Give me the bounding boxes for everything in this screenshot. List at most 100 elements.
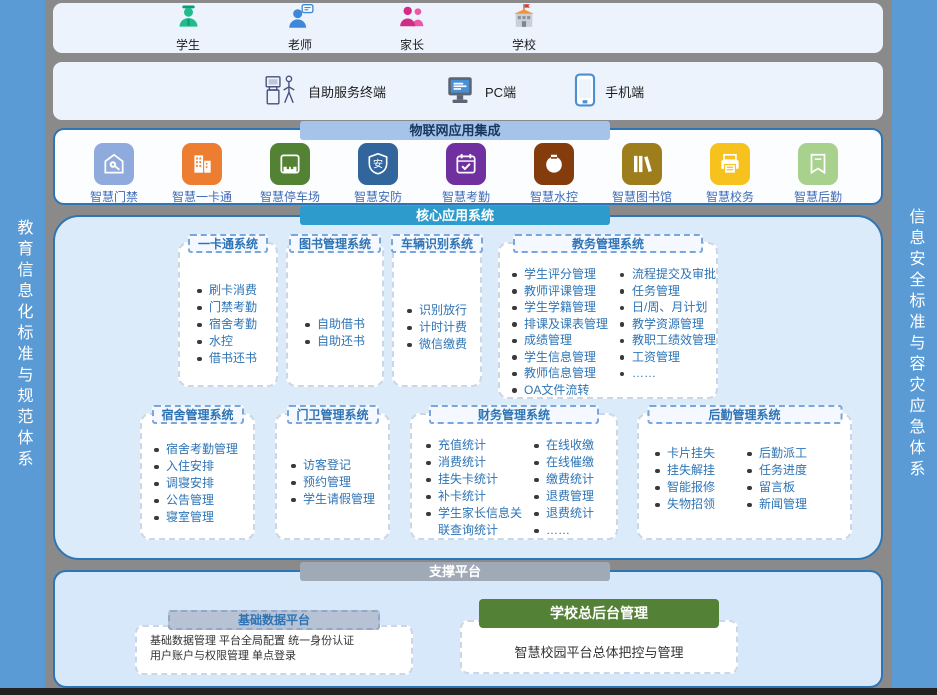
iot-item-library: 智慧图书馆 bbox=[607, 143, 677, 205]
iot-label: 智慧水控 bbox=[530, 188, 578, 205]
support-panel: 基础数据平台 基础数据管理 平台全局配置 统一身份认证 用户账户与权限管理 单点… bbox=[53, 570, 883, 688]
list-item: 借书还书 bbox=[195, 350, 276, 367]
user-label: 老师 bbox=[288, 36, 312, 53]
list-item: 学生请假管理 bbox=[289, 491, 388, 508]
student-icon bbox=[175, 3, 202, 35]
system-title: 一卡通系统 bbox=[188, 234, 268, 253]
list-item: 学生学籍管理 bbox=[510, 299, 618, 316]
library-books-icon bbox=[622, 143, 662, 185]
smart-campus-architecture-diagram: 教育信息化标准与规范体系 信息安全标准与容灾应急体系 学生 老师 bbox=[0, 0, 937, 695]
list-item: 退费统计 bbox=[532, 505, 594, 522]
basic-data-platform-title: 基础数据平台 bbox=[168, 610, 380, 630]
water-control-icon bbox=[534, 143, 574, 185]
list-item: 调寝安排 bbox=[152, 475, 253, 492]
list-item: 水控 bbox=[195, 333, 276, 350]
system-title: 教务管理系统 bbox=[513, 234, 703, 253]
terminal-label: PC端 bbox=[485, 82, 516, 101]
list-item: 后勤派工 bbox=[745, 445, 807, 462]
terminal-phone: 手机端 bbox=[574, 73, 644, 110]
kiosk-icon bbox=[263, 73, 299, 110]
school-admin-box: 学校总后台管理 智慧校园平台总体把控与管理 bbox=[460, 620, 738, 674]
school-affairs-icon bbox=[710, 143, 750, 185]
iot-label: 智慧一卡通 bbox=[172, 188, 232, 205]
system-dormitory: 宿舍管理系统 宿舍考勤管理 入住安排 调寝安排 公告管理 寝室管理 bbox=[140, 413, 255, 540]
system-finance: 财务管理系统 充值统计 消费统计 挂失卡统计 补卡统计 学生家长信息关联查询统计… bbox=[410, 413, 618, 540]
list-item: 访客登记 bbox=[289, 457, 388, 474]
user-label: 学校 bbox=[512, 36, 536, 53]
security-shield-icon: 安 bbox=[358, 143, 398, 185]
iot-item-affairs: 智慧校务 bbox=[695, 143, 765, 205]
list-item: 公告管理 bbox=[152, 492, 253, 509]
svg-text:安: 安 bbox=[373, 158, 383, 171]
iot-item-security: 安 智慧安防 bbox=[343, 143, 413, 205]
list-item: 挂失解挂 bbox=[653, 462, 745, 479]
user-teacher: 老师 bbox=[270, 3, 330, 53]
support-section-header: 支撑平台 bbox=[300, 562, 610, 581]
list-item: 缴费统计 bbox=[532, 471, 594, 488]
right-security-bar: 信息安全标准与容灾应急体系 bbox=[892, 0, 937, 689]
basic-platform-line1: 基础数据管理 平台全局配置 统一身份认证 bbox=[150, 634, 405, 649]
iot-item-parking: 智慧停车场 bbox=[255, 143, 325, 205]
list-item: OA文件流转 bbox=[510, 382, 618, 399]
list-item: 流程提交及审批 bbox=[618, 266, 716, 283]
parking-icon bbox=[270, 143, 310, 185]
phone-icon bbox=[574, 73, 596, 110]
list-item: 学生评分管理 bbox=[510, 266, 618, 283]
list-item: 寝室管理 bbox=[152, 509, 253, 526]
list-item: 教学资源管理 bbox=[618, 316, 716, 333]
door-access-icon bbox=[94, 143, 134, 185]
iot-label: 智慧后勤 bbox=[794, 188, 842, 205]
list-item: 消费统计 bbox=[424, 454, 532, 471]
onecard-icon bbox=[182, 143, 222, 185]
list-item: 退费管理 bbox=[532, 488, 594, 505]
list-item: 排课及课表管理 bbox=[510, 316, 618, 333]
list-item: 微信缴费 bbox=[405, 336, 480, 353]
system-library: 图书管理系统 自助借书 自助还书 bbox=[286, 242, 384, 387]
system-gatekeeper: 门卫管理系统 访客登记 预约管理 学生请假管理 bbox=[275, 413, 390, 540]
list-item: 入住安排 bbox=[152, 458, 253, 475]
iot-label: 智慧校务 bbox=[706, 188, 754, 205]
system-title: 车辆识别系统 bbox=[391, 234, 483, 253]
list-item: 任务管理 bbox=[618, 283, 716, 300]
list-item: 新闻管理 bbox=[745, 496, 807, 513]
list-item: 刷卡消费 bbox=[195, 282, 276, 299]
system-title: 后勤管理系统 bbox=[647, 405, 842, 424]
core-section-header: 核心应用系统 bbox=[300, 206, 610, 225]
school-admin-title: 学校总后台管理 bbox=[479, 599, 719, 628]
iot-label: 智慧停车场 bbox=[260, 188, 320, 205]
logistics-flag-icon bbox=[798, 143, 838, 185]
system-title: 财务管理系统 bbox=[429, 405, 599, 424]
terminal-label: 自助服务终端 bbox=[308, 82, 386, 101]
iot-section-header: 物联网应用集成 bbox=[300, 121, 610, 140]
user-label: 学生 bbox=[176, 36, 200, 53]
list-item: 教职工绩效管理 bbox=[618, 332, 716, 349]
iot-label: 智慧门禁 bbox=[90, 188, 138, 205]
list-item: 识别放行 bbox=[405, 302, 480, 319]
user-label: 家长 bbox=[400, 36, 424, 53]
terminals-panel: 自助服务终端 PC端 手机端 bbox=[53, 62, 883, 120]
attendance-calendar-icon bbox=[446, 143, 486, 185]
basic-data-platform-box: 基础数据平台 基础数据管理 平台全局配置 统一身份认证 用户账户与权限管理 单点… bbox=[135, 625, 413, 675]
list-item: 留言板 bbox=[745, 479, 807, 496]
list-item: 自助借书 bbox=[303, 316, 382, 333]
list-item: 在线催缴 bbox=[532, 454, 594, 471]
system-onecard: 一卡通系统 刷卡消费 门禁考勤 宿舍考勤 水控 借书还书 bbox=[178, 242, 278, 387]
list-item: …… bbox=[532, 522, 594, 539]
list-item: 宿舍考勤管理 bbox=[152, 441, 253, 458]
system-title: 图书管理系统 bbox=[289, 234, 381, 253]
list-item: 在线收缴 bbox=[532, 437, 594, 454]
list-item: 门禁考勤 bbox=[195, 299, 276, 316]
list-item: 自助还书 bbox=[303, 333, 382, 350]
list-item: 计时计费 bbox=[405, 319, 480, 336]
pc-icon bbox=[444, 74, 476, 109]
iot-item-onecard: 智慧一卡通 bbox=[167, 143, 237, 205]
school-icon bbox=[510, 3, 538, 35]
iot-label: 智慧安防 bbox=[354, 188, 402, 205]
user-student: 学生 bbox=[158, 3, 218, 53]
left-standards-bar: 教育信息化标准与规范体系 bbox=[0, 0, 45, 689]
list-item: …… bbox=[618, 365, 716, 382]
list-item: 教师信息管理 bbox=[510, 365, 618, 382]
iot-item-door-access: 智慧门禁 bbox=[79, 143, 149, 205]
system-vehicle: 车辆识别系统 识别放行 计时计费 微信缴费 bbox=[392, 242, 482, 387]
parents-icon bbox=[398, 3, 426, 35]
